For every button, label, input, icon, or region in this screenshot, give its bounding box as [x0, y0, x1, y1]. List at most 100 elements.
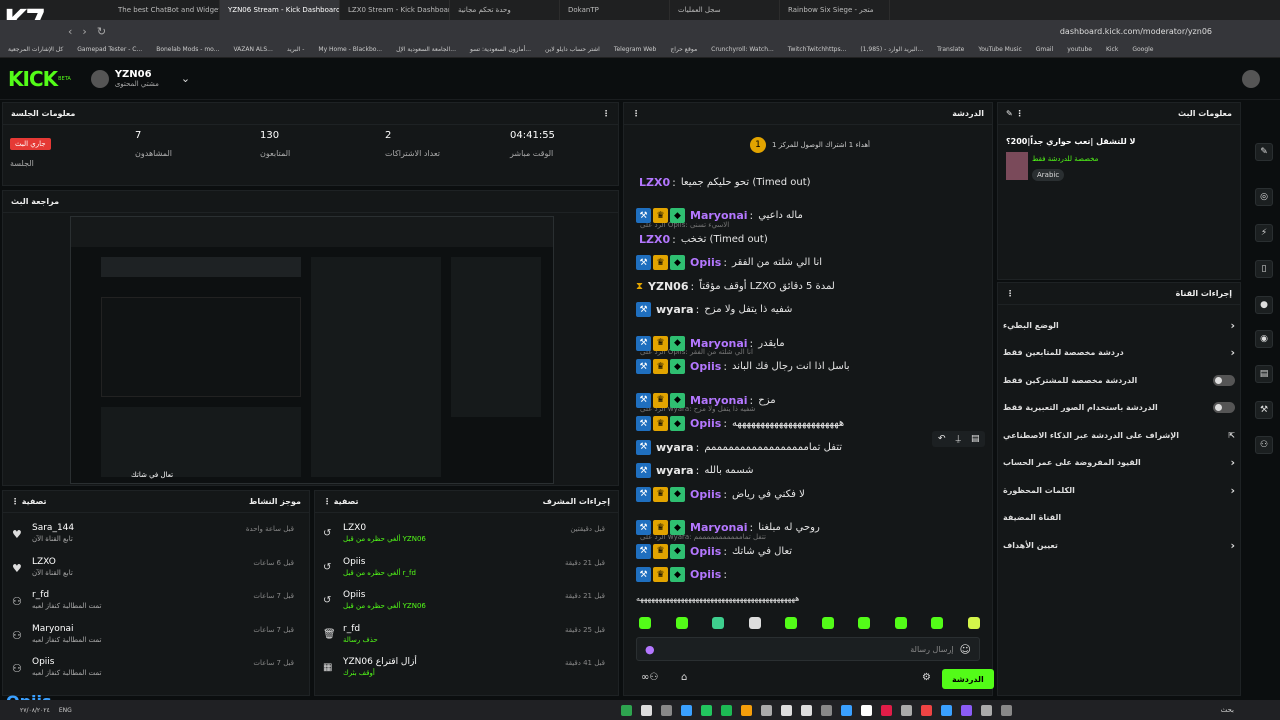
emote-icon[interactable] [858, 617, 870, 629]
activity-item[interactable]: ⚇ Maryonai تمت المطالبة كنفاز لعبه قبل 7 سا… [12, 624, 302, 654]
bookmark-item[interactable]: VAZAN ALS... [233, 46, 272, 53]
emote-icon[interactable] [821, 617, 834, 629]
gear-icon[interactable]: ⚙ [922, 672, 931, 683]
chat-username[interactable]: LZX0 [639, 233, 670, 246]
bookmark-item[interactable]: Google [1132, 46, 1153, 53]
chat-message[interactable]: ⚒ ♛ ◆ Opiis: تعال في شاتك [636, 542, 792, 560]
wrench-icon[interactable]: ⚒ [1255, 401, 1273, 419]
taskbar-app-icon[interactable] [880, 704, 892, 716]
bookmark-item[interactable]: Gamepad Tester - C... [77, 46, 142, 53]
mic-icon[interactable]: ● [645, 643, 655, 656]
activity-item[interactable]: ⚇ Opiis تمت المطالبة كنفاز لعبه قبل 7 ساعات [12, 657, 302, 687]
chat-message[interactable]: ⚒ ♛ ◆ Opiis: هههههههههههههههههههههههه [636, 415, 844, 433]
pencil-icon[interactable]: ✎ [1255, 143, 1273, 161]
chat-message[interactable]: LZX0: تخخب (Timed out) [636, 230, 768, 248]
browser-tab[interactable]: وحدة تحكم مجانية [450, 0, 560, 20]
taskbar-app-icon[interactable] [660, 704, 672, 716]
forward-icon[interactable]: › [82, 25, 86, 38]
bolt-icon[interactable]: ⚡ [1255, 224, 1273, 242]
bookmark-item[interactable]: YouTube Music [978, 46, 1021, 53]
taskbar-app-icon[interactable] [720, 704, 732, 716]
bookmarks-all[interactable]: كل الإشارات المرجعية [8, 46, 63, 53]
taskbar-app-icon[interactable] [700, 704, 712, 716]
mod-tools-icon[interactable]: ∞⚇ [641, 672, 658, 683]
mod-action-item[interactable]: ↺ LZX0 ألغي حظره من قبل YZN06 قبل دقيقتين [323, 523, 613, 553]
store-icon[interactable]: ⌂ [681, 672, 687, 683]
chat-message[interactable]: LZX0: تحو حليكم جميعا (Timed out) [636, 173, 811, 191]
taskbar-search[interactable]: بحث [1221, 706, 1234, 714]
chevron-right-icon[interactable]: › [1230, 484, 1235, 497]
more-icon[interactable]: ⋮ [632, 109, 640, 118]
browser-tab[interactable]: DokanTP [560, 0, 670, 20]
bookmark-item[interactable]: Translate [937, 46, 964, 53]
send-button[interactable]: الدردشة [942, 669, 994, 689]
layers-icon[interactable]: ▤ [1255, 365, 1273, 383]
taskbar-app-icon[interactable] [640, 704, 652, 716]
kick-logo[interactable]: KICK [8, 67, 58, 91]
taskbar-app-icon[interactable] [940, 704, 952, 716]
taskbar-app-icon[interactable] [680, 704, 692, 716]
browser-tab[interactable]: LZX0 Stream - Kick Dashboard [340, 0, 450, 20]
chat-message[interactable]: ⚒ ♛ ◆ Opiis: باسل اذا انت رجال فك الباند [636, 358, 850, 376]
bookmark-item[interactable]: اشتر حساب دايلو لاين [545, 46, 600, 53]
more-icon[interactable]: ⋮ [602, 109, 610, 118]
bookmark-item[interactable]: الجامعة السعودية الإل... [396, 46, 456, 53]
chevron-right-icon[interactable]: › [1230, 456, 1235, 469]
chat-message[interactable]: ⧗ YZN06: أوقف مؤقتاً LZXO لمدة 5 دقائق [636, 277, 835, 295]
browser-tab[interactable]: YZN06 Stream - Kick Dashboard [220, 0, 340, 20]
bookmark-item[interactable]: Crunchyroll: Watch... [711, 46, 774, 53]
more-icon[interactable]: ⋮ تصفية [323, 497, 359, 506]
chat-message[interactable]: ⚒ ♛ ◆ Maryonai: ماله داعيي [636, 207, 803, 225]
channel-action-item[interactable]: القيود المفروضة على عمر الحساب › [1003, 455, 1235, 471]
emoji-icon[interactable]: ☺ [960, 643, 971, 656]
chevron-right-icon[interactable]: › [1230, 346, 1235, 359]
toggle-switch[interactable] [1213, 374, 1235, 386]
url-text[interactable]: dashboard.kick.com/moderator/yzn06 [1060, 27, 1212, 36]
chat-username[interactable]: Opiis [690, 360, 721, 373]
chevron-right-icon[interactable]: › [1230, 319, 1235, 332]
chat-username[interactable]: Opiis [690, 568, 721, 581]
chat-message[interactable]: ⚒ ♛ ◆ Maryonai: روحي له مبلغنا [636, 519, 820, 537]
chat-username[interactable]: Opiis [690, 417, 721, 430]
mod-action-item[interactable]: 🗑 r_fd حذف رسالة قبل 25 دقيقة [323, 624, 613, 654]
bookmark-item[interactable]: My Home - Blackbo... [318, 46, 382, 53]
channel-action-item[interactable]: القناة المضيفة [1003, 510, 1235, 526]
taskbar-app-icon[interactable] [960, 704, 972, 716]
chevron-down-icon[interactable]: ⌄ [181, 72, 190, 85]
taskbar-app-icon[interactable] [740, 704, 752, 716]
emote-icon[interactable] [639, 617, 651, 629]
emote-icon[interactable] [785, 617, 797, 629]
chat-username[interactable]: wyara [656, 303, 694, 316]
chat-username[interactable]: Opiis [690, 256, 721, 269]
bookmark-item[interactable]: موقع حراج [670, 46, 697, 53]
chat-message[interactable]: ⚒ wyara: شسمه بالله [636, 462, 754, 480]
stream-preview[interactable]: تعال في شاتك [70, 216, 554, 484]
filter-button[interactable]: تصفية [334, 497, 359, 506]
bookmark-item[interactable]: youtube [1067, 46, 1092, 53]
chat-username[interactable]: Opiis [690, 545, 721, 558]
chat-message[interactable]: ⚒ ♛ ◆ Maryonai: مزح [636, 391, 776, 409]
emote-icon[interactable] [931, 617, 943, 629]
more-icon[interactable]: ⋮ تصفية [11, 497, 47, 506]
chat-username[interactable]: YZN06 [648, 280, 688, 293]
mod-action-item[interactable]: ↺ Opiis ألغي حظره من قبل r_fd قبل 21 دقيقة [323, 557, 613, 587]
taskbar-app-icon[interactable] [860, 704, 872, 716]
more-icon[interactable]: ⋮ [1006, 289, 1014, 298]
channel-action-item[interactable]: الإشراف على الدردشة عبر الذكاء الاصطناعي… [1003, 427, 1235, 443]
toggle-switch[interactable] [1213, 402, 1235, 413]
taskbar-app-icon[interactable] [840, 704, 852, 716]
broadcast-icon[interactable]: ◉ [1255, 330, 1273, 348]
channel-action-item[interactable]: الوضع البطيء › [1003, 317, 1235, 333]
taskbar-app-icon[interactable] [800, 704, 812, 716]
taskbar-app-icon[interactable] [760, 704, 772, 716]
emote-icon[interactable] [894, 617, 907, 629]
taskbar-app-icon[interactable] [780, 704, 792, 716]
chat-username[interactable]: LZX0 [639, 176, 670, 189]
note-icon[interactable]: ▯ [1255, 260, 1273, 278]
channel-action-item[interactable]: دردشة مخصصة للمتابعين فقط › [1003, 345, 1235, 361]
address-bar[interactable]: ‹ › ↻ dashboard.kick.com/moderator/yzn06 [0, 20, 1280, 42]
activity-item[interactable]: ⚇ r_fd تمت المطالبة كنفاز لعبه قبل 7 ساعات [12, 590, 302, 620]
activity-item[interactable]: ♥ LZXO تابع القناة الآن قبل 6 ساعات [12, 557, 302, 587]
bookmark-item[interactable]: أمازون السعودية: تسو... [470, 46, 531, 53]
taskbar-app-icon[interactable] [980, 704, 992, 716]
